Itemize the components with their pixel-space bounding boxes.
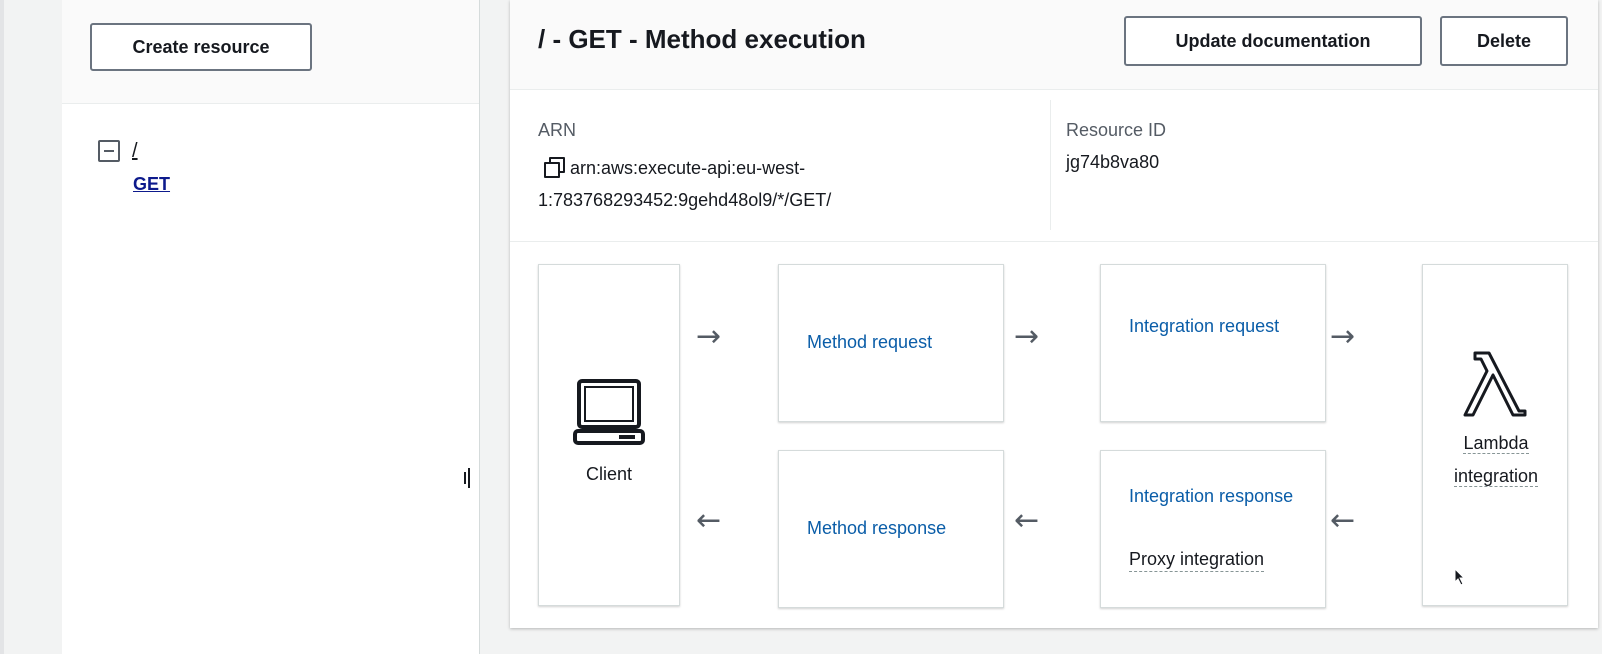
method-response-link[interactable]: Method response xyxy=(807,511,946,545)
arrow-right-icon: → xyxy=(1330,319,1356,354)
lambda-integration-label: Lambda integration xyxy=(1453,433,1539,487)
proxy-integration-label: Proxy integration xyxy=(1129,547,1265,572)
method-response-box[interactable]: Method response xyxy=(778,450,1004,608)
integration-response-link[interactable]: Integration response xyxy=(1129,479,1309,513)
collapse-icon[interactable] xyxy=(98,140,120,162)
lambda-integration-box: Lambda integration xyxy=(1422,264,1568,606)
details-divider xyxy=(1050,100,1051,230)
method-execution-panel: / - GET - Method execution Update docume… xyxy=(510,0,1598,628)
gutter-edge xyxy=(0,0,4,654)
tree-method-get[interactable]: GET xyxy=(133,174,170,195)
arn-value: arn:aws:execute-api:eu-west-1:7837682934… xyxy=(538,152,1018,216)
resource-id-value: jg74b8va80 xyxy=(1066,152,1160,172)
integration-response-box[interactable]: Integration response Proxy integration xyxy=(1100,450,1326,608)
left-gutter xyxy=(0,0,62,654)
arn-text: arn:aws:execute-api:eu-west-1:7837682934… xyxy=(538,158,832,210)
resources-header: Create resource xyxy=(62,0,479,104)
method-request-box[interactable]: Method request xyxy=(778,264,1004,422)
delete-button[interactable]: Delete xyxy=(1440,16,1568,66)
tree-root-label[interactable]: / xyxy=(132,140,138,163)
mouse-cursor-icon xyxy=(1454,568,1466,586)
integration-request-link[interactable]: Integration request xyxy=(1129,309,1309,343)
update-documentation-button[interactable]: Update documentation xyxy=(1124,16,1422,66)
arn-label: ARN xyxy=(538,120,577,140)
arrow-left-icon: ← xyxy=(1330,503,1356,538)
lambda-icon xyxy=(1463,351,1527,417)
tree-root-row[interactable]: / xyxy=(98,136,170,166)
panel-resize-handle[interactable] xyxy=(464,468,472,488)
laptop-icon xyxy=(573,379,645,445)
arrow-right-icon: → xyxy=(1014,319,1040,354)
panel-header: / - GET - Method execution Update docume… xyxy=(510,0,1598,90)
client-label: Client xyxy=(585,464,633,484)
integration-request-box[interactable]: Integration request xyxy=(1100,264,1326,422)
method-request-link[interactable]: Method request xyxy=(807,325,932,359)
method-details: ARN arn:aws:execute-api:eu-west-1:783768… xyxy=(510,92,1598,242)
resources-panel: Create resource / GET xyxy=(62,0,480,654)
client-box xyxy=(538,264,680,606)
create-resource-button[interactable]: Create resource xyxy=(90,23,312,71)
arrow-left-icon: ← xyxy=(1014,503,1040,538)
resource-id-label: Resource ID xyxy=(1066,120,1167,140)
resource-tree: / GET xyxy=(98,136,170,195)
page-title: / - GET - Method execution xyxy=(538,24,866,54)
copy-icon[interactable] xyxy=(544,157,565,178)
arrow-left-icon: ← xyxy=(696,503,722,538)
arrow-right-icon: → xyxy=(696,319,722,354)
